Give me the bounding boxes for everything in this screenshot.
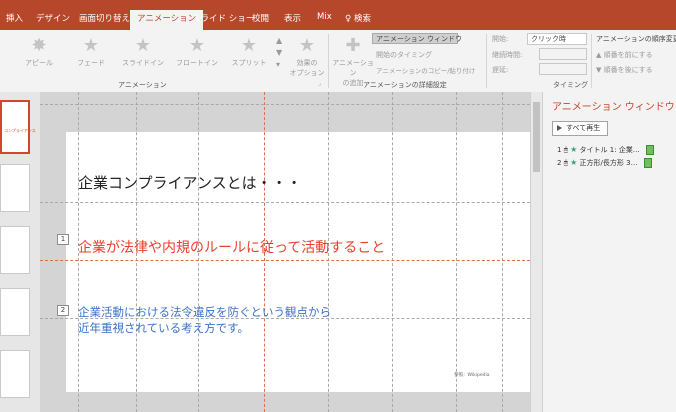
flyin-star-icon: ★ — [134, 35, 152, 56]
timing-bar — [646, 145, 655, 155]
slide-body-blue[interactable]: 企業活動における法令違反を防ぐという観点から 近年重視されている考え方です。 — [78, 304, 331, 336]
move-later-button[interactable]: ▼ 順番を後にする — [596, 65, 653, 75]
tab-insert[interactable]: 挿入 — [6, 12, 23, 24]
delay-input[interactable] — [539, 63, 587, 75]
slide-title[interactable]: 企業コンプライアンスとは・・・ — [78, 172, 530, 193]
slide-body-red[interactable]: 企業が法律や内規のルールに従って活動すること — [78, 237, 385, 257]
animation-tag-1[interactable]: 1 — [57, 234, 69, 245]
slide-editor: 企業コンプライアンスとは・・・ 1 企業が法律や内規のルールに従って活動すること… — [40, 92, 530, 412]
mouse-click-icon: 🖱 — [563, 159, 568, 167]
slide-thumbnails-panel: コンプライアンス — [0, 92, 40, 412]
search-label: 検索 — [353, 14, 371, 24]
effect-options-icon: ★ — [298, 35, 316, 56]
animation-painter-button[interactable]: アニメーションのコピー/貼り付け — [376, 65, 475, 75]
guide-line — [502, 92, 503, 412]
move-earlier-button[interactable]: ▲ 順番を前にする — [596, 50, 653, 60]
start-select[interactable]: クリック時 — [527, 33, 587, 45]
tab-view[interactable]: 表示 — [284, 12, 301, 24]
start-label: 開始: — [492, 35, 509, 43]
add-animation-label1: アニメーション — [332, 59, 374, 77]
body-line-1: 企業活動における法令違反を防ぐという観点から — [78, 305, 331, 319]
anim-split-button[interactable]: ★ スプリット — [226, 36, 272, 68]
fade-star-icon: ★ — [82, 35, 100, 56]
tab-slideshow[interactable]: スライド ショー — [192, 12, 254, 24]
group-separator — [486, 34, 487, 88]
gallery-more-icon[interactable]: ▾ — [276, 60, 280, 69]
animation-tag-2[interactable]: 2 — [57, 305, 69, 316]
guide-line — [392, 92, 393, 412]
group-separator — [591, 34, 592, 88]
animation-pane-label: アニメーション ウィンドウ — [376, 35, 462, 43]
delay-label: 遅延: — [492, 66, 509, 74]
group-animation-label: アニメーション — [118, 81, 167, 89]
animation-pane: アニメーション ウィンドウ すべて再生 1 🖱 ★ タイトル 1: 企業… 2 … — [542, 92, 676, 412]
tab-mix[interactable]: Mix — [317, 12, 332, 22]
gallery-down-icon[interactable]: ▼ — [276, 48, 282, 57]
slide-thumbnail-3[interactable] — [0, 226, 30, 274]
play-all-button[interactable]: すべて再生 — [552, 121, 608, 136]
slide-thumbnail-1[interactable]: コンプライアンス — [0, 100, 36, 154]
anim-appear-button[interactable]: ✸ アピール — [16, 36, 62, 68]
search-box[interactable]: ♀ 検索 — [345, 12, 371, 24]
scrollbar-thumb[interactable] — [533, 102, 540, 172]
tab-review[interactable]: 校閲 — [252, 12, 269, 24]
title-bar — [0, 0, 676, 8]
effect-options-label1: 効果の — [296, 59, 318, 67]
tab-design[interactable]: デザイン — [36, 12, 70, 24]
body-line-2: 近年重視されている考え方です。 — [78, 321, 250, 335]
anim-label: フロートイン — [176, 59, 218, 67]
reorder-title: アニメーションの順序変更 — [596, 35, 676, 43]
thumbnail-text: コンプライアンス — [4, 128, 36, 133]
tab-transitions[interactable]: 画面切り替え — [79, 12, 130, 24]
animation-list-item[interactable]: 2 🖱 ★ 正方形/長方形 3… — [557, 157, 652, 168]
animation-list-item[interactable]: 1 🖱 ★ タイトル 1: 企業… — [557, 144, 655, 155]
group-advanced-label: アニメーションの詳細設定 — [363, 81, 447, 89]
item-number: 2 — [557, 159, 562, 167]
group-separator — [328, 34, 329, 88]
anim-floatin-button[interactable]: ★ フロートイン — [174, 36, 220, 68]
guide-line — [40, 104, 530, 105]
trigger-button[interactable]: 開始のタイミング — [376, 50, 432, 60]
center-guide-horizontal — [40, 260, 530, 261]
anim-label: スライドイン — [122, 59, 164, 67]
start-value: クリック時 — [531, 35, 566, 43]
guide-line — [40, 202, 530, 203]
split-star-icon: ★ — [240, 35, 258, 56]
gallery-up-icon[interactable]: ▲ — [276, 36, 282, 45]
slide-thumbnail-4[interactable] — [0, 288, 30, 336]
dialog-launcher-icon[interactable]: ⌟ — [318, 80, 321, 87]
entrance-star-icon: ★ — [570, 158, 578, 167]
floatin-star-icon: ★ — [188, 35, 206, 56]
item-number: 1 — [557, 146, 562, 154]
timing-bar — [643, 158, 652, 168]
anim-fade-button[interactable]: ★ フェード — [68, 36, 114, 68]
effect-options-label2: オプション — [289, 69, 325, 77]
entrance-star-icon: ★ — [570, 145, 578, 154]
animation-pane-title: アニメーション ウィンドウ — [552, 102, 675, 113]
guide-line — [456, 92, 457, 412]
item-label: タイトル 1: 企業… — [579, 146, 640, 154]
slide-credit: 参照：Wikipedia — [454, 373, 490, 378]
ribbon-tab-bar: 挿入 デザイン 画面切り替え アニメーション スライド ショー 校閲 表示 Mi… — [0, 8, 676, 30]
item-label: 正方形/長方形 3… — [579, 159, 638, 167]
duration-input[interactable] — [539, 48, 587, 60]
anim-label: スプリット — [231, 59, 267, 67]
mouse-click-icon: 🖱 — [563, 146, 568, 154]
play-all-label: すべて再生 — [566, 124, 601, 132]
play-icon — [557, 125, 562, 131]
group-timing-label: タイミング — [553, 81, 588, 89]
move-earlier-label: 順番を前にする — [603, 51, 653, 59]
slide-thumbnail-2[interactable] — [0, 164, 30, 212]
move-later-label: 順番を後にする — [603, 66, 653, 74]
duration-label: 継続時間: — [492, 51, 523, 59]
ribbon: ✸ アピール ★ フェード ★ スライドイン ★ フロートイン ★ スプリット … — [0, 30, 676, 93]
effect-options-button[interactable]: ★ 効果の オプション — [284, 36, 330, 78]
add-animation-icon: ✚ — [345, 35, 361, 56]
lightbulb-icon: ♀ — [345, 14, 352, 24]
anim-label: フェード — [77, 59, 105, 67]
appear-star-icon: ✸ — [31, 35, 47, 56]
slide-thumbnail-5[interactable] — [0, 350, 30, 398]
anim-flyin-button[interactable]: ★ スライドイン — [120, 36, 166, 68]
anim-label: アピール — [25, 59, 53, 67]
